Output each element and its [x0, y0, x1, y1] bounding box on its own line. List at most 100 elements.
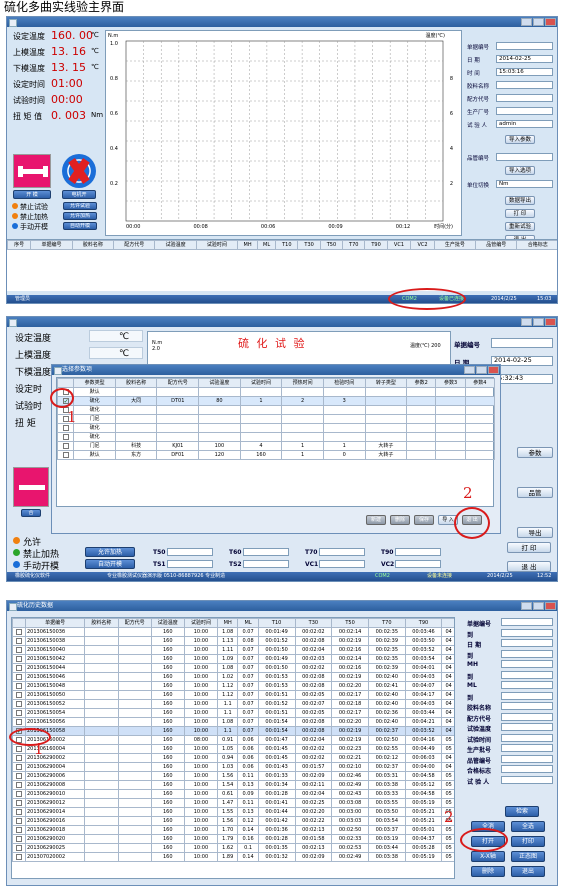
- info-field[interactable]: [491, 338, 553, 348]
- row-checkbox[interactable]: [15, 673, 22, 680]
- row-checkbox[interactable]: [15, 646, 22, 653]
- status-toggle-button[interactable]: 允许试验: [63, 202, 97, 210]
- row-checkbox[interactable]: [15, 655, 22, 662]
- history-row[interactable]: 201306150038 160 10:00 1.13 0.08 00:01:52 00:0…: [12, 636, 454, 646]
- row-checkbox[interactable]: [15, 772, 22, 779]
- filter-field[interactable]: [501, 723, 553, 731]
- dialog-button[interactable]: 保存: [414, 515, 434, 525]
- history-row[interactable]: 201306150050 160 10:00 1.12 0.07 00:01:51 00:0…: [12, 690, 454, 700]
- param-row[interactable]: 门尼 科技 KJ01 100 4 1 1 大转子: [56, 441, 496, 451]
- row-checkbox[interactable]: [15, 700, 22, 707]
- metric-field[interactable]: [319, 560, 365, 568]
- row-checkbox[interactable]: [15, 835, 22, 842]
- info-field[interactable]: [496, 81, 553, 89]
- filter-field[interactable]: [501, 618, 553, 626]
- side-button[interactable]: 打 印: [507, 542, 551, 553]
- row-checkbox[interactable]: [15, 628, 22, 635]
- row-checkbox[interactable]: [62, 442, 69, 449]
- status-toggle-button[interactable]: 允许加热: [63, 212, 97, 220]
- filter-field[interactable]: [501, 639, 553, 647]
- history-row[interactable]: 201306150054 160 10:00 1.1 0.07 00:01:51 00:02…: [12, 708, 454, 718]
- row-checkbox[interactable]: [15, 826, 22, 833]
- filter-field[interactable]: [501, 775, 553, 784]
- filter-field[interactable]: [501, 733, 553, 742]
- history-row[interactable]: 20130615003б 160 10:00 1.08 0.07 00:01:49 00:0…: [12, 627, 454, 637]
- metric-field[interactable]: [243, 560, 289, 568]
- info-field[interactable]: [496, 94, 553, 102]
- filter-field[interactable]: [501, 765, 553, 773]
- history-row[interactable]: 201306150052 160 10:00 1.1 0.07 00:01:52 00:02…: [12, 699, 454, 709]
- maximize-button-2[interactable]: [533, 318, 544, 326]
- status-toggle-button[interactable]: 自动开模: [85, 559, 135, 569]
- filter-field[interactable]: [501, 681, 553, 689]
- status-toggle-button[interactable]: 允许加热: [85, 547, 135, 557]
- row-checkbox[interactable]: [15, 853, 22, 860]
- history-action-button[interactable]: 打印: [511, 836, 545, 847]
- history-action-button[interactable]: X-X轴: [471, 851, 505, 862]
- dialog-maximize-button[interactable]: [476, 366, 487, 374]
- row-checkbox[interactable]: [15, 754, 22, 761]
- dialog-button[interactable]: 新建: [366, 515, 386, 525]
- filter-field[interactable]: [501, 670, 553, 679]
- dialog-close-button[interactable]: [488, 366, 499, 374]
- param-row[interactable]: 硫化: [56, 432, 496, 442]
- history-row[interactable]: 201306290016 160 10:00 1.56 0.12 00:01:42 00:0…: [12, 816, 454, 826]
- filter-field[interactable]: [501, 754, 553, 763]
- side-button[interactable]: 导出: [517, 527, 553, 538]
- side-button[interactable]: 品管: [517, 487, 553, 498]
- status-toggle-button[interactable]: 自动开模: [63, 222, 97, 230]
- import-options-button[interactable]: 导入选项: [505, 166, 535, 175]
- metric-field[interactable]: [167, 548, 213, 556]
- param-row[interactable]: 门尼: [56, 414, 496, 424]
- minimize-button[interactable]: [521, 18, 532, 26]
- history-row[interactable]: 201306290008 160 10:00 1.54 0.13 00:01:34 00:0…: [12, 780, 454, 790]
- history-close-button[interactable]: [545, 602, 556, 610]
- side-button[interactable]: 参数: [517, 447, 553, 458]
- history-row[interactable]: 201306150040 160 10:00 1.11 0.07 00:01:50 00:0…: [12, 645, 454, 655]
- action-button[interactable]: 打 印: [505, 209, 535, 218]
- row-checkbox[interactable]: [62, 451, 69, 458]
- param-row[interactable]: 默认 东方 DF01 120 160 1 0 大转子: [56, 450, 496, 460]
- metric-field[interactable]: [167, 560, 213, 568]
- history-row[interactable]: 201306290004 160 10:00 1.03 0.06 00:01:43 00:0…: [12, 762, 454, 772]
- history-action-button[interactable]: 退出: [511, 866, 545, 877]
- side-button[interactable]: 退 出: [507, 561, 551, 572]
- history-row[interactable]: 201306290025 160 10:00 1.62 0.1 00:01:35 00:02…: [12, 843, 454, 853]
- mold-icon-2[interactable]: [13, 467, 49, 507]
- history-row[interactable]: 201306150048 160 10:00 1.12 0.07 00:01:53 00:0…: [12, 681, 454, 691]
- qc-number-field[interactable]: [496, 153, 553, 161]
- import-params-button[interactable]: 导入参数: [505, 135, 535, 144]
- info-field[interactable]: 2014-02-25: [496, 55, 553, 63]
- row-checkbox[interactable]: [15, 844, 22, 851]
- row-checkbox[interactable]: [15, 745, 22, 752]
- row-checkbox[interactable]: [15, 637, 22, 644]
- history-row[interactable]: 201306160002 160 08:00 0.91 0.06 00:01:47 00:0…: [12, 735, 454, 745]
- metric-field[interactable]: [319, 548, 365, 556]
- history-row[interactable]: 201306290012 160 10:00 1.47 0.11 00:01:41 00:0…: [12, 798, 454, 808]
- row-checkbox[interactable]: [15, 781, 22, 788]
- history-row[interactable]: 201306150046 160 10:00 1.02 0.07 00:01:53 00:0…: [12, 672, 454, 682]
- row-checkbox[interactable]: [15, 691, 22, 698]
- history-minimize-button[interactable]: [521, 602, 532, 610]
- dialog-button[interactable]: 删除: [390, 515, 410, 525]
- row-checkbox[interactable]: [15, 790, 22, 797]
- history-row[interactable]: 201306290020 160 10:00 1.79 0.16 00:01:28 00:0…: [12, 834, 454, 844]
- param-row[interactable]: 硫化: [56, 423, 496, 433]
- close-button[interactable]: [545, 18, 556, 26]
- history-row[interactable]: 201306160004 160 10:00 1.05 0.06 00:01:45 00:0…: [12, 744, 454, 754]
- action-button[interactable]: 数据导出: [505, 196, 535, 205]
- motor-fan-icon[interactable]: [62, 154, 96, 188]
- history-row[interactable]: 201306290006 160 10:00 1.56 0.11 00:01:33 00:0…: [12, 771, 454, 781]
- row-checkbox[interactable]: [15, 709, 22, 716]
- info-field[interactable]: 15:03:16: [496, 68, 553, 76]
- filter-field[interactable]: [501, 649, 553, 658]
- history-row[interactable]: 201306290010 160 10:00 0.61 0.09 00:01:28 00:0…: [12, 789, 454, 799]
- row-checkbox[interactable]: [15, 799, 22, 806]
- motor-on-button[interactable]: 电机开: [62, 190, 96, 199]
- row-checkbox[interactable]: [62, 433, 69, 440]
- history-maximize-button[interactable]: [533, 602, 544, 610]
- unit-select[interactable]: Nm: [496, 180, 553, 188]
- param-row[interactable]: 硫化: [56, 405, 496, 415]
- action-button[interactable]: 重新试验: [505, 222, 535, 231]
- history-row[interactable]: 201307020002 160 10:00 1.89 0.14 00:01:32 00:0…: [12, 852, 454, 862]
